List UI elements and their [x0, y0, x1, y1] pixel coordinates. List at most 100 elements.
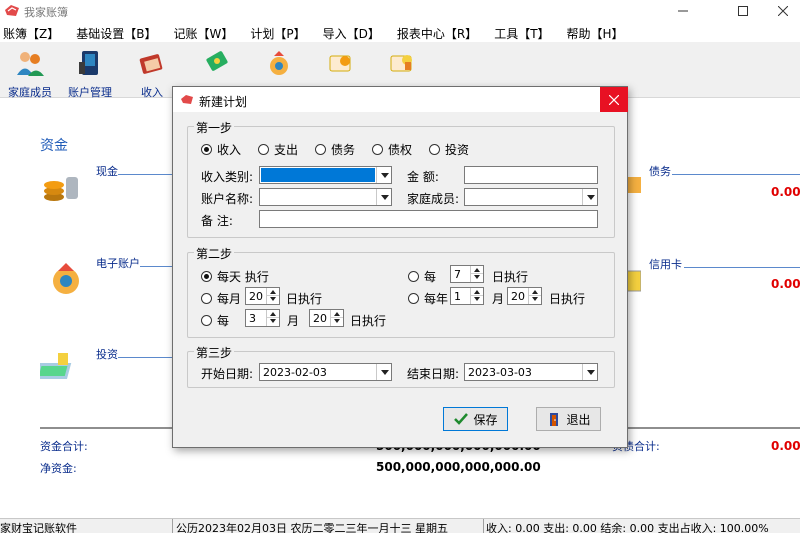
chevron-down-icon[interactable] — [376, 189, 391, 205]
account-select[interactable] — [259, 188, 392, 206]
link-credit-card[interactable]: 信用卡 — [649, 256, 682, 272]
chevron-down-icon[interactable] — [376, 364, 391, 380]
toolbar-plan[interactable] — [372, 48, 432, 84]
step2-group: 第二步 每天 执行 每 7 日执行 每月 20 日执行 每年 1 月 20 日执… — [187, 245, 615, 338]
radio-every-n-days[interactable]: 每 — [408, 268, 436, 285]
assets-total-label: 资金合计: — [40, 440, 88, 453]
category-selection-highlight — [261, 168, 375, 182]
radio-investment[interactable]: 投资 — [429, 141, 469, 158]
link-investment[interactable]: 投资 — [96, 346, 118, 362]
radio-expense[interactable]: 支出 — [258, 141, 298, 158]
menu-reports[interactable]: 报表中心【R】 — [394, 22, 477, 42]
spin-up-icon[interactable] — [267, 310, 279, 318]
radio-monthly[interactable]: 每月 — [201, 290, 241, 307]
every-n-months-day-spinner[interactable]: 20 — [309, 309, 344, 327]
dialog-close-button[interactable] — [600, 87, 628, 112]
spin-down-icon[interactable] — [267, 296, 279, 304]
amount-label: 金 额: — [407, 170, 439, 184]
radio-label: 每 — [424, 270, 437, 284]
link-cash[interactable]: 现金 — [96, 163, 118, 179]
radio-label: 投资 — [445, 143, 470, 157]
every-n-months-spinner[interactable]: 3 — [245, 309, 280, 327]
radio-label: 收入 — [217, 143, 242, 157]
menu-help[interactable]: 帮助【H】 — [564, 22, 624, 42]
spin-down-icon[interactable] — [529, 296, 541, 304]
credit-card-side-icon — [627, 270, 641, 292]
radio-indicator — [201, 315, 212, 326]
spin-up-icon[interactable] — [331, 310, 343, 318]
chevron-down-icon[interactable] — [582, 189, 597, 205]
chevron-down-icon[interactable] — [582, 364, 597, 380]
e-account-icon — [53, 263, 79, 294]
spin-up-icon[interactable] — [471, 288, 483, 296]
spinner-buttons — [470, 266, 483, 282]
radio-label: 债务 — [331, 143, 356, 157]
category-select[interactable] — [259, 166, 392, 184]
radio-every-n-months[interactable]: 每 — [201, 312, 229, 329]
radio-income[interactable]: 收入 — [201, 141, 241, 158]
toolbar-account-management[interactable]: 账户管理 — [60, 48, 120, 100]
close-window-button[interactable] — [760, 0, 800, 22]
step3-label: 第三步 — [194, 344, 235, 361]
status-separator — [172, 519, 173, 533]
chevron-down-icon[interactable] — [376, 167, 391, 183]
step3-group: 第三步 开始日期: 2023-02-03 结束日期: 2023-03-03 — [187, 344, 615, 388]
spin-down-icon[interactable] — [331, 318, 343, 326]
step2-label: 第二步 — [194, 245, 235, 262]
toolbar-transfer[interactable] — [311, 48, 371, 84]
every-n-months-day-value: 20 — [313, 312, 327, 325]
yearly-month-spinner[interactable]: 1 — [450, 287, 484, 305]
radio-indicator — [258, 144, 269, 155]
link-debt[interactable]: 债务 — [649, 163, 671, 179]
toolbar-family-members[interactable]: 家庭成员 — [0, 48, 60, 100]
start-date-picker[interactable]: 2023-02-03 — [259, 363, 392, 381]
member-select[interactable] — [464, 188, 598, 206]
amount-input[interactable] — [464, 166, 598, 184]
exit-door-icon — [550, 413, 559, 426]
spin-up-icon[interactable] — [529, 288, 541, 296]
menu-bar: 账簿【Z】 基础设置【B】 记账【W】 计划【P】 导入【D】 报表中心【R】 … — [0, 22, 800, 42]
window-title: 我家账簿 — [24, 6, 68, 19]
dialog-logo-icon — [181, 95, 193, 104]
note-input[interactable] — [259, 210, 598, 228]
menu-import[interactable]: 导入【D】 — [320, 22, 380, 42]
radio-label: 每 — [217, 314, 230, 328]
save-button[interactable]: 保存 — [443, 407, 508, 431]
cash-underline — [118, 174, 173, 175]
status-app-name: 家财宝记账软件 — [0, 522, 77, 533]
spinner-buttons — [528, 288, 541, 304]
exit-button[interactable]: 退出 — [536, 407, 601, 431]
menu-bookkeeping[interactable]: 记账【W】 — [170, 22, 233, 42]
status-date: 公历2023年02月03日 农历二零二三年一月十三 星期五 — [176, 522, 448, 533]
menu-ledger[interactable]: 账簿【Z】 — [0, 22, 59, 42]
minimize-button[interactable] — [660, 0, 706, 22]
yearly-month-suffix: 月 — [492, 292, 505, 306]
end-date-label: 结束日期: — [407, 367, 460, 381]
toolbar-expense[interactable] — [187, 48, 247, 84]
yearly-day-value: 20 — [511, 290, 525, 303]
toolbar-debt[interactable] — [249, 48, 309, 84]
yearly-day-spinner[interactable]: 20 — [507, 287, 542, 305]
spinner-buttons — [266, 310, 279, 326]
radio-credit[interactable]: 债权 — [372, 141, 412, 158]
every-days-spinner[interactable]: 7 — [450, 265, 484, 283]
link-e-account[interactable]: 电子账户 — [96, 255, 140, 271]
monthly-suffix: 日执行 — [286, 292, 323, 306]
spin-up-icon[interactable] — [267, 288, 279, 296]
menu-basic-settings[interactable]: 基础设置【B】 — [73, 22, 156, 42]
every-n-months-suffix: 月 — [287, 314, 300, 328]
spin-down-icon[interactable] — [471, 274, 483, 282]
menu-tools[interactable]: 工具【T】 — [491, 22, 549, 42]
spin-down-icon[interactable] — [267, 318, 279, 326]
monthly-day-spinner[interactable]: 20 — [245, 287, 280, 305]
end-date-picker[interactable]: 2023-03-03 — [464, 363, 598, 381]
radio-yearly[interactable]: 每年 — [408, 290, 448, 307]
start-date-label: 开始日期: — [201, 367, 254, 381]
spin-down-icon[interactable] — [471, 296, 483, 304]
account-label: 账户名称: — [201, 192, 254, 206]
radio-daily[interactable]: 每天 执行 — [201, 268, 269, 285]
spin-up-icon[interactable] — [471, 266, 483, 274]
radio-debt[interactable]: 债务 — [315, 141, 355, 158]
menu-plan[interactable]: 计划【P】 — [247, 22, 305, 42]
radio-indicator — [372, 144, 383, 155]
